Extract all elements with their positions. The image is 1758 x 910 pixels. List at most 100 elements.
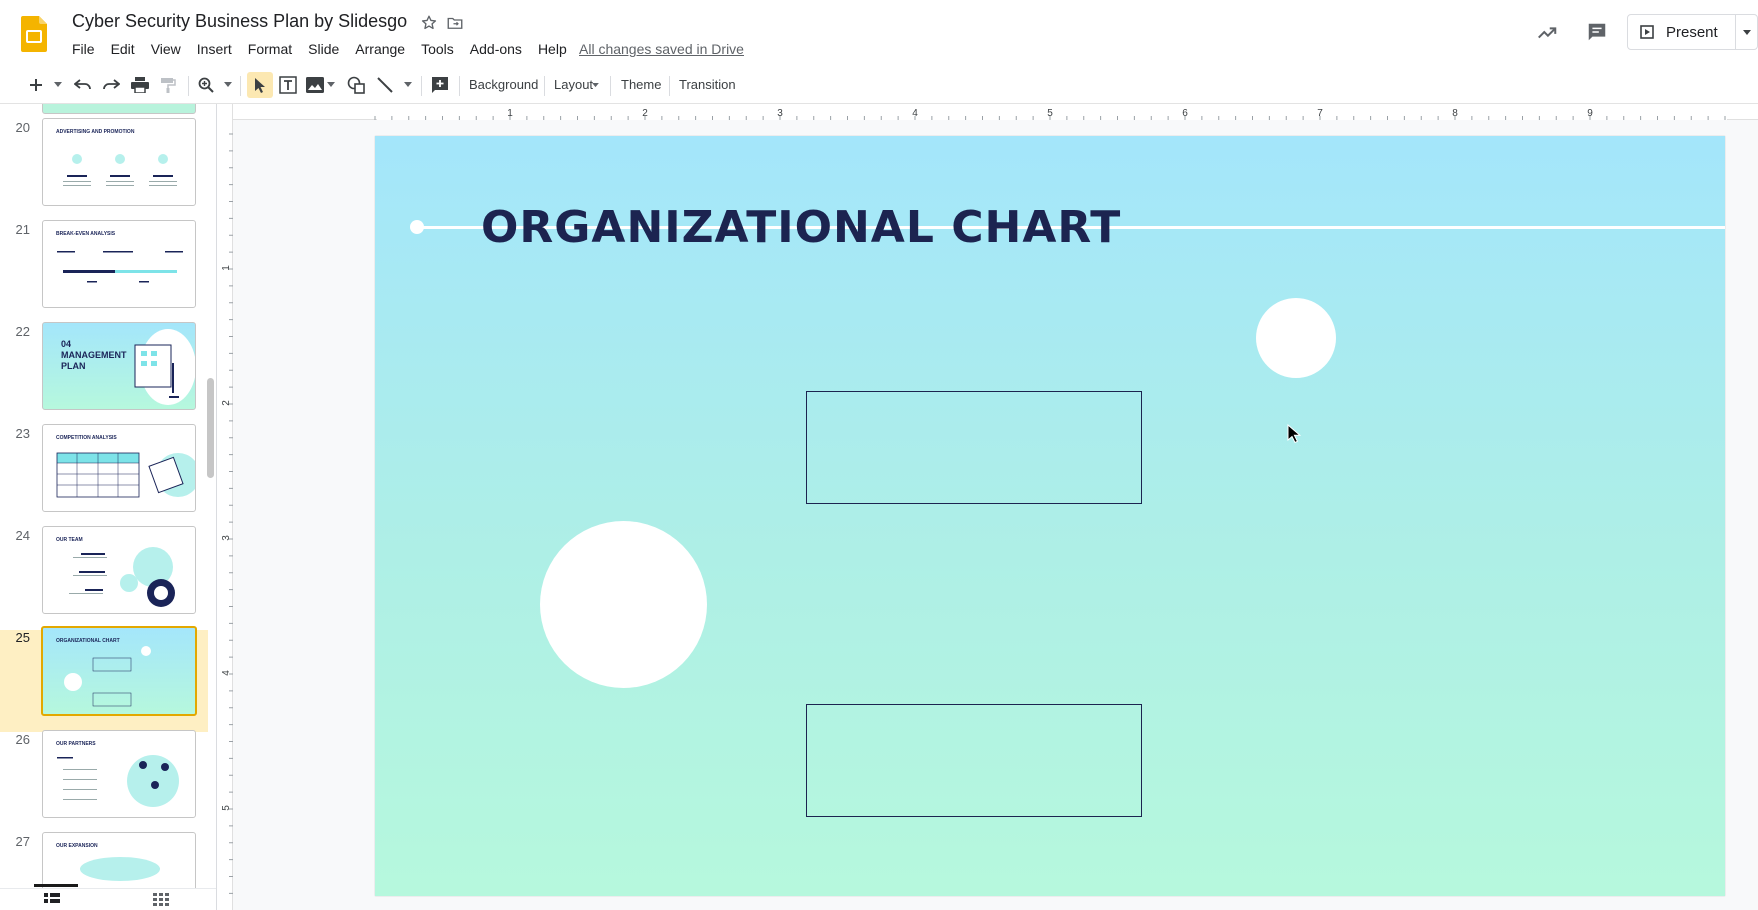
thumbnail-preview[interactable]: ORGANIZATIONAL CHART	[41, 626, 197, 716]
ruler-ticks: 1 2 3 4 5	[221, 133, 233, 894]
zoom-button[interactable]	[196, 75, 216, 95]
filmstrip-view-icon[interactable]	[44, 893, 60, 907]
transition-button[interactable]: Transition	[679, 77, 736, 92]
thumbnail-preview[interactable]: OUR TEAM	[42, 526, 196, 614]
ruler-label: 6	[1182, 108, 1188, 119]
menu-edit[interactable]: Edit	[103, 40, 143, 58]
menu-file[interactable]: File	[64, 40, 103, 58]
activity-trend-icon[interactable]	[1536, 22, 1558, 44]
layout-caret-icon[interactable]	[592, 83, 599, 88]
menu-tools[interactable]: Tools	[413, 40, 462, 58]
move-to-folder-icon[interactable]	[446, 14, 464, 32]
horizontal-ruler[interactable]: 1 2 3 4 5 6 7 8 9	[217, 104, 1758, 120]
large-circle-shape[interactable]	[540, 521, 707, 688]
slide-number: 25	[15, 630, 30, 645]
menu-help[interactable]: Help	[530, 40, 575, 58]
slide-thumbnail-21[interactable]: 21 BREAK-EVEN ANALYSIS	[0, 220, 208, 324]
filmstrip-view-switcher	[0, 888, 216, 910]
theme-button[interactable]: Theme	[621, 77, 661, 92]
slide-thumbnail-22[interactable]: 22 04 MANAGEMENT PLAN	[0, 322, 208, 426]
filmstrip-scrollbar[interactable]	[207, 378, 214, 478]
org-chart-box-top[interactable]	[806, 391, 1142, 504]
new-slide-caret-icon[interactable]	[54, 82, 62, 88]
present-main[interactable]: Present	[1628, 15, 1735, 49]
ruler-label: 3	[221, 535, 232, 541]
ruler-label: 8	[1452, 108, 1458, 119]
title-line-dot[interactable]	[410, 220, 424, 234]
menu-slide[interactable]: Slide	[300, 40, 347, 58]
thumbnail-graphics	[134, 329, 195, 405]
org-chart-box-bottom[interactable]	[806, 704, 1142, 817]
image-caret-icon[interactable]	[327, 82, 335, 88]
new-slide-button[interactable]	[26, 75, 46, 95]
slide-filmstrip[interactable]: 20 ADVERTISING AND PROMOTION 21 BREAK-EV…	[0, 104, 217, 910]
slide-thumbnail-25[interactable]: 25 ORGANIZATIONAL CHART	[0, 626, 208, 732]
insert-image-button[interactable]	[305, 75, 325, 95]
thumbnail-preview[interactable]: OUR PARTNERS	[42, 730, 196, 818]
add-comment-button[interactable]	[430, 75, 450, 95]
menu-view[interactable]: View	[143, 40, 189, 58]
present-dropdown-button[interactable]	[1735, 15, 1757, 49]
slide-title[interactable]: ORGANIZATIONAL CHART	[481, 202, 1121, 253]
document-title[interactable]: Cyber Security Business Plan by Slidesgo	[72, 11, 407, 32]
paint-format-icon	[161, 78, 176, 93]
present-button[interactable]: Present	[1627, 14, 1758, 50]
redo-button[interactable]	[101, 75, 121, 95]
vertical-ruler[interactable]: 1 2 3 4 5	[217, 104, 233, 910]
add-comment-icon	[432, 77, 448, 93]
star-icon[interactable]	[420, 14, 438, 32]
slide-thumbnail-24[interactable]: 24 OUR TEAM	[0, 526, 208, 630]
thumbnail-preview[interactable]	[42, 104, 196, 114]
slide-number: 27	[15, 834, 30, 849]
paint-format-button[interactable]	[158, 75, 178, 95]
slide-number: 26	[15, 732, 30, 747]
menu-format[interactable]: Format	[240, 40, 300, 58]
plus-icon	[30, 79, 42, 91]
toolbar-divider	[544, 76, 545, 96]
menu-addons[interactable]: Add-ons	[462, 40, 530, 58]
slides-logo-icon[interactable]	[21, 16, 47, 52]
ruler-label: 1	[507, 108, 513, 119]
slide-thumbnail-23[interactable]: 23 COMPETITION ANALYSIS	[0, 424, 208, 528]
zoom-caret-icon[interactable]	[224, 82, 232, 88]
text-box-button[interactable]	[278, 75, 298, 95]
ruler-label: 9	[1587, 108, 1593, 119]
print-button[interactable]	[130, 75, 150, 95]
menu-bar: File Edit View Insert Format Slide Arran…	[64, 40, 575, 58]
thumbnail-preview[interactable]: COMPETITION ANALYSIS	[42, 424, 196, 512]
thumbnail-graphics	[63, 154, 177, 186]
slide-thumbnail-20[interactable]: 20 ADVERTISING AND PROMOTION	[0, 118, 208, 222]
toolbar-divider	[459, 76, 460, 96]
slide-thumbnail-19[interactable]	[0, 104, 208, 116]
thumbnail-preview[interactable]: BREAK-EVEN ANALYSIS	[42, 220, 196, 308]
menu-insert[interactable]: Insert	[189, 40, 240, 58]
thumbnail-graphics	[56, 452, 195, 498]
toolbar-divider	[188, 76, 189, 96]
mouse-cursor-icon	[1287, 424, 1301, 444]
caret-down-icon	[1742, 29, 1751, 35]
line-button[interactable]	[375, 75, 395, 95]
text-box-icon	[279, 76, 297, 94]
cursor-arrow-icon	[255, 78, 265, 93]
layout-button[interactable]: Layout	[554, 77, 593, 92]
small-circle-shape[interactable]	[1256, 298, 1336, 378]
image-icon	[306, 77, 324, 93]
shape-button[interactable]	[346, 75, 366, 95]
comment-icon[interactable]	[1586, 21, 1608, 43]
ruler-label: 4	[221, 670, 232, 676]
print-icon	[131, 77, 149, 93]
background-button[interactable]: Background	[469, 77, 538, 92]
undo-button[interactable]	[73, 75, 93, 95]
thumbnail-preview[interactable]: ADVERTISING AND PROMOTION	[42, 118, 196, 206]
slide-number: 24	[15, 528, 30, 543]
grid-view-icon[interactable]	[153, 893, 169, 907]
line-caret-icon[interactable]	[404, 82, 412, 88]
slide-thumbnail-26[interactable]: 26 OUR PARTNERS	[0, 730, 208, 834]
select-tool-button[interactable]	[250, 75, 270, 95]
save-status-link[interactable]: All changes saved in Drive	[579, 41, 744, 57]
current-slide[interactable]: ORGANIZATIONAL CHART	[375, 136, 1725, 896]
redo-icon	[103, 79, 120, 90]
menu-arrange[interactable]: Arrange	[347, 40, 413, 58]
thumbnail-graphics	[64, 646, 151, 707]
thumbnail-preview[interactable]: 04 MANAGEMENT PLAN	[42, 322, 196, 410]
